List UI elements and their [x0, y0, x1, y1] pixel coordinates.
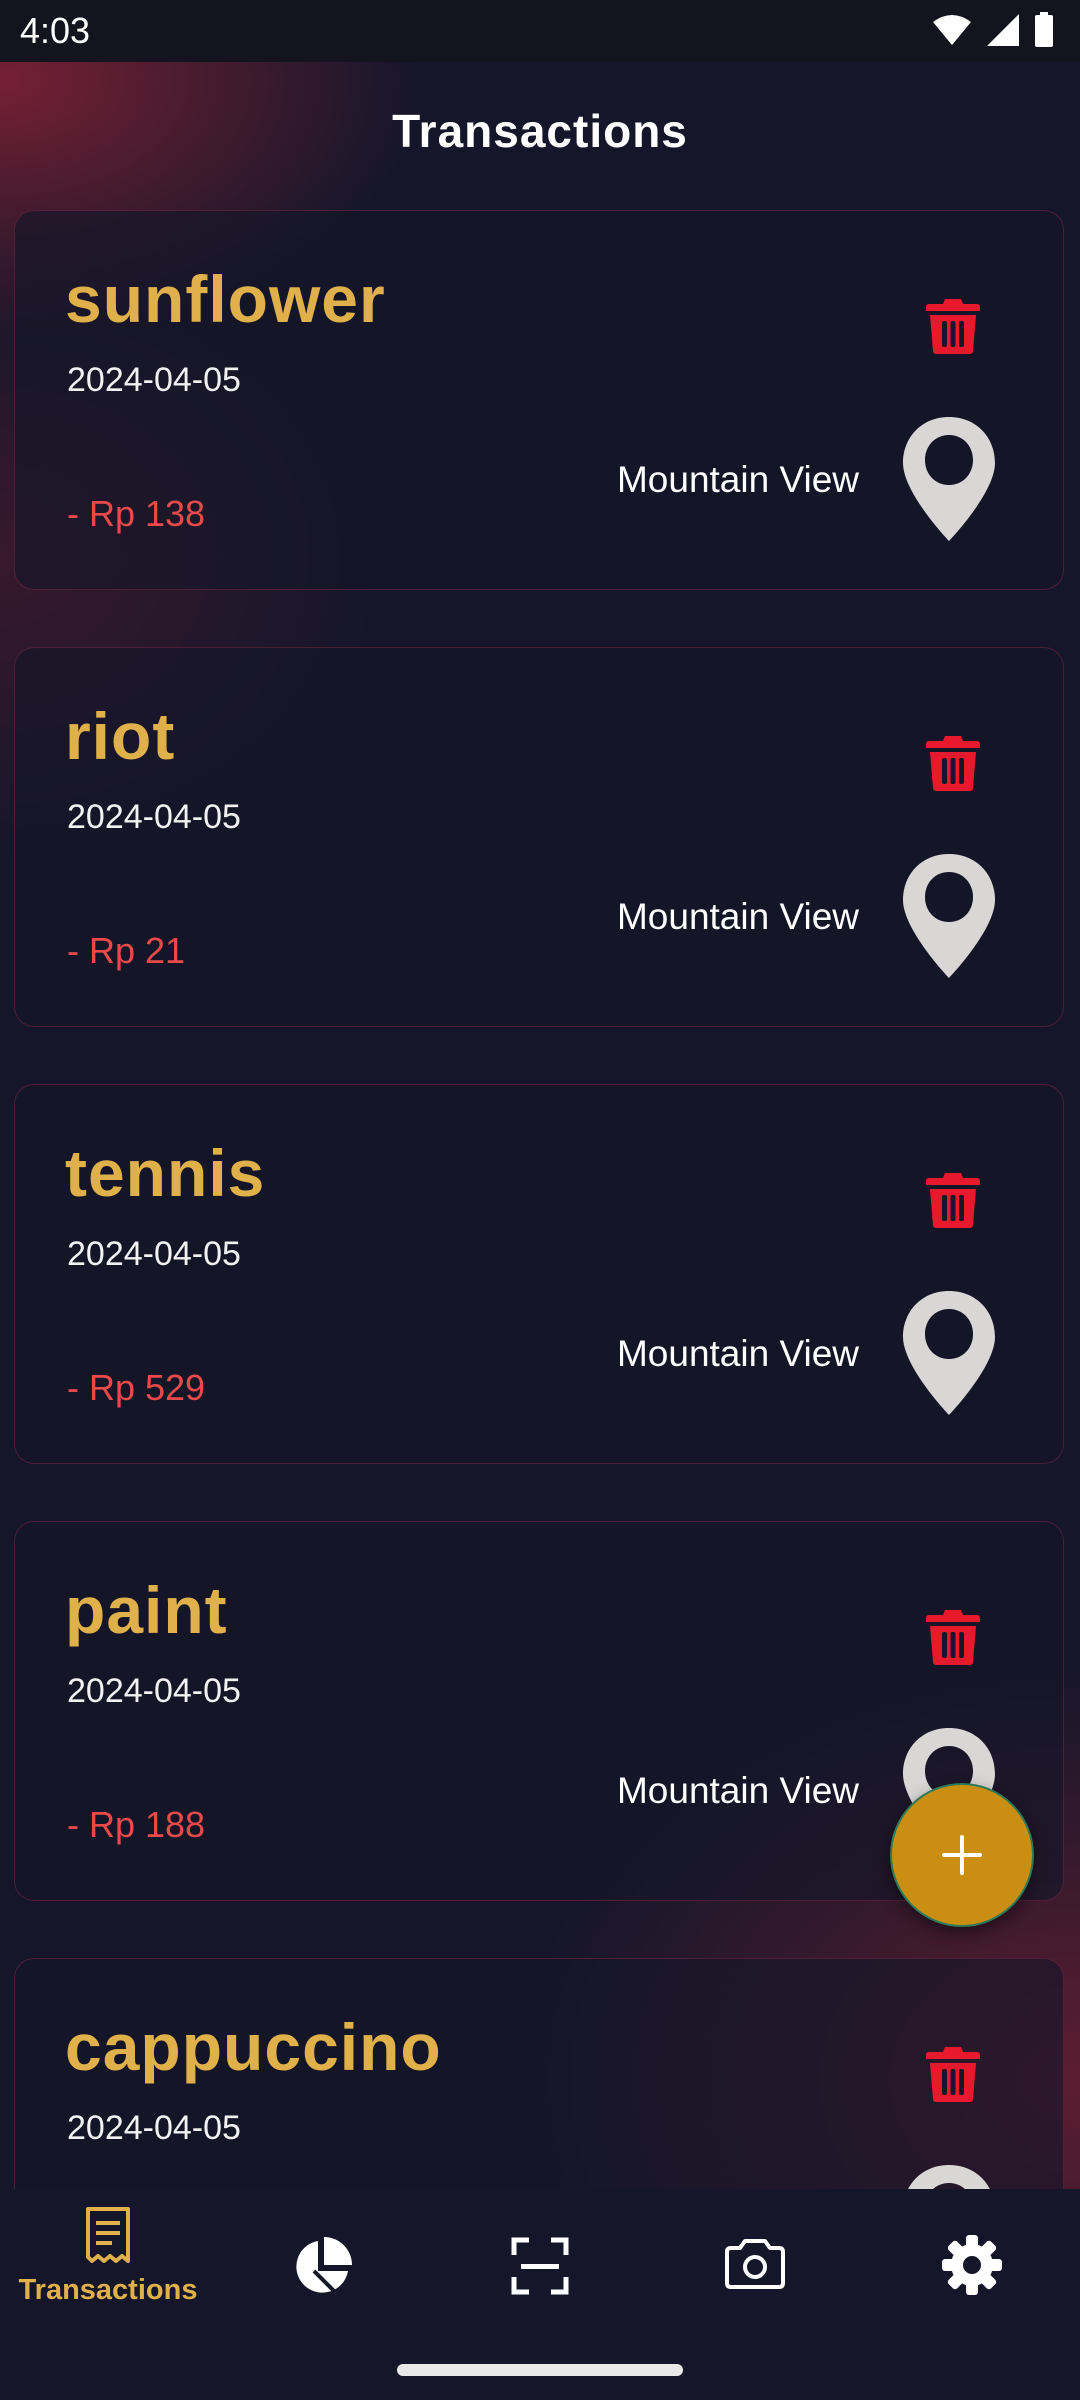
- transaction-card[interactable]: cappuccino 2024-04-05: [14, 1958, 1064, 2190]
- wifi-icon: [933, 15, 971, 45]
- transaction-card[interactable]: sunflower 2024-04-05 - Rp 138 Mountain V…: [14, 210, 1064, 590]
- add-transaction-button[interactable]: [890, 1783, 1034, 1927]
- delete-icon[interactable]: [925, 297, 981, 355]
- signal-icon: [987, 14, 1019, 46]
- pie-chart-icon: [296, 2237, 352, 2295]
- status-icons: [932, 12, 1054, 48]
- home-indicator[interactable]: [397, 2364, 683, 2376]
- transaction-title: riot: [65, 699, 176, 773]
- transaction-title: cappuccino: [65, 2010, 442, 2084]
- transaction-date: 2024-04-05: [67, 1672, 241, 1710]
- nav-transactions-label: Transactions: [18, 2274, 198, 2306]
- scan-icon: [511, 2237, 569, 2295]
- transaction-amount: - Rp 138: [67, 493, 206, 534]
- transaction-location: Mountain View: [616, 459, 859, 500]
- status-bar: 4:03: [0, 0, 1080, 62]
- transaction-location: Mountain View: [616, 896, 859, 937]
- location-pin-icon[interactable]: [901, 852, 997, 980]
- location-pin-icon[interactable]: [901, 415, 997, 543]
- delete-icon[interactable]: [925, 1608, 981, 1666]
- delete-icon[interactable]: [925, 2045, 981, 2103]
- plus-icon: [942, 1835, 982, 1875]
- delete-icon[interactable]: [925, 1171, 981, 1229]
- nav-transactions[interactable]: Transactions: [18, 2207, 198, 2357]
- transaction-date: 2024-04-05: [67, 798, 241, 836]
- gear-icon: [942, 2235, 1002, 2295]
- transaction-title: tennis: [65, 1136, 266, 1210]
- transaction-amount: - Rp 21: [67, 930, 186, 971]
- nav-statistics[interactable]: [232, 2235, 412, 2385]
- camera-icon: [725, 2239, 785, 2289]
- nav-settings[interactable]: [882, 2233, 1062, 2383]
- transaction-date: 2024-04-05: [67, 1235, 241, 1273]
- location-pin-icon[interactable]: [901, 1289, 997, 1417]
- transaction-title: sunflower: [65, 262, 386, 336]
- transaction-location: Mountain View: [616, 1770, 859, 1811]
- transaction-card[interactable]: riot 2024-04-05 - Rp 21 Mountain View: [14, 647, 1064, 1027]
- delete-icon[interactable]: [925, 734, 981, 792]
- location-pin-icon[interactable]: [901, 2163, 997, 2190]
- transaction-amount: - Rp 188: [67, 1804, 206, 1845]
- transaction-date: 2024-04-05: [67, 361, 241, 399]
- transaction-date: 2024-04-05: [67, 2109, 241, 2147]
- transaction-title: paint: [65, 1573, 228, 1647]
- battery-icon: [1035, 12, 1053, 47]
- transaction-amount: - Rp 529: [67, 1367, 206, 1408]
- transaction-card[interactable]: tennis 2024-04-05 - Rp 529 Mountain View: [14, 1084, 1064, 1464]
- status-time: 4:03: [20, 10, 91, 51]
- transaction-location: Mountain View: [616, 1333, 859, 1374]
- nav-camera[interactable]: [665, 2237, 845, 2387]
- receipt-icon: [86, 2207, 130, 2263]
- page-title: Transactions: [392, 105, 688, 157]
